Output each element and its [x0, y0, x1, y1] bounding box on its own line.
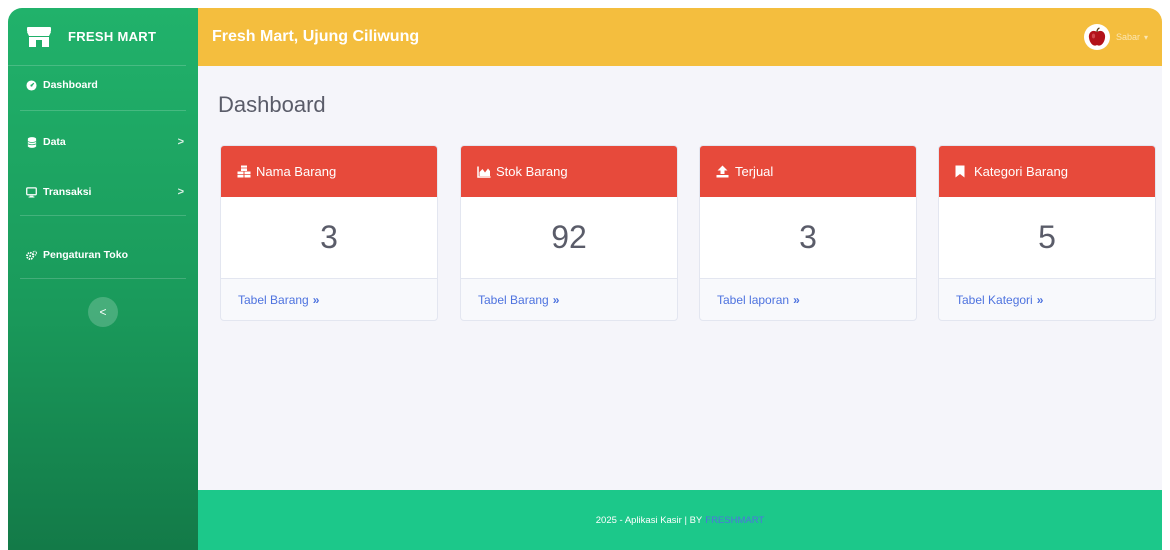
- main-content: Dashboard Nama Barang 3 Tabel Barang » S…: [198, 66, 1162, 490]
- card-header: Nama Barang: [221, 146, 437, 197]
- double-chevron-icon: »: [312, 293, 320, 307]
- footer: 2025 - Aplikasi Kasir | BY FRESHMART: [198, 490, 1162, 550]
- sidebar-brand[interactable]: FRESH MART: [8, 8, 186, 66]
- sidebar-item-data[interactable]: Data >: [8, 125, 198, 159]
- bookmark-icon: [955, 165, 969, 178]
- page-title: Dashboard: [218, 92, 326, 117]
- card-value: 5: [939, 197, 1155, 279]
- upload-icon: [716, 165, 730, 178]
- card-title: Terjual: [735, 164, 774, 179]
- sidebar-toggle-button[interactable]: <: [88, 297, 118, 327]
- card-header: Terjual: [700, 146, 916, 197]
- card-link-tabel-barang[interactable]: Tabel Barang »: [461, 279, 677, 307]
- card-link-label: Tabel laporan: [717, 293, 790, 307]
- sidebar-divider: [20, 278, 186, 279]
- sidebar-item-label: Data: [43, 136, 66, 148]
- card-value: 3: [221, 197, 437, 279]
- desktop-icon: [26, 186, 37, 198]
- user-menu[interactable]: Sabar ▾: [1083, 24, 1148, 50]
- card-link-tabel-barang[interactable]: Tabel Barang »: [221, 279, 437, 307]
- double-chevron-icon: »: [793, 293, 800, 307]
- card-title: Kategori Barang: [974, 164, 1068, 179]
- sidebar-item-pengaturan-toko[interactable]: Pengaturan Toko: [8, 238, 198, 272]
- user-name: Sabar: [1115, 32, 1140, 42]
- apple-icon: [1088, 27, 1106, 46]
- card-stok-barang: Stok Barang 92 Tabel Barang »: [460, 145, 678, 321]
- cubes-icon: [237, 165, 251, 178]
- chevron-right-icon: >: [177, 136, 184, 148]
- chart-area-icon: [477, 165, 491, 178]
- card-value: 92: [461, 197, 677, 279]
- card-title: Nama Barang: [256, 164, 337, 179]
- topbar: Fresh Mart, Ujung Ciliwung Sabar ▾: [198, 8, 1162, 66]
- sidebar: FRESH MART Dashboard Data > Transaksi >: [8, 8, 198, 550]
- app-window: FRESH MART Dashboard Data > Transaksi >: [8, 8, 1162, 550]
- double-chevron-icon: »: [552, 293, 560, 307]
- card-link-tabel-laporan[interactable]: Tabel laporan »: [700, 279, 916, 307]
- card-link-label: Tabel Barang: [238, 293, 309, 307]
- tachometer-icon: [26, 79, 37, 91]
- footer-text: 2025 - Aplikasi Kasir | BY: [595, 514, 703, 526]
- card-title: Stok Barang: [496, 164, 568, 179]
- card-header: Stok Barang: [461, 146, 677, 197]
- card-link-label: Tabel Barang: [478, 293, 549, 307]
- cogs-icon: [26, 250, 37, 261]
- card-link-label: Tabel Kategori: [956, 293, 1033, 307]
- card-value: 3: [700, 197, 916, 279]
- sidebar-item-label: Pengaturan Toko: [43, 249, 128, 261]
- sidebar-item-label: Transaksi: [43, 186, 92, 198]
- sidebar-item-label: Dashboard: [43, 79, 98, 91]
- sidebar-divider: [20, 215, 186, 216]
- store-icon: [27, 26, 51, 47]
- card-nama-barang: Nama Barang 3 Tabel Barang »: [220, 145, 438, 321]
- card-header: Kategori Barang: [939, 146, 1155, 197]
- database-icon: [26, 136, 37, 148]
- sidebar-item-dashboard[interactable]: Dashboard: [8, 68, 198, 102]
- footer-brand-link[interactable]: FRESHMART: [705, 515, 764, 526]
- sidebar-divider: [20, 110, 186, 111]
- chevron-right-icon: >: [177, 186, 184, 198]
- card-terjual: Terjual 3 Tabel laporan »: [699, 145, 917, 321]
- card-link-tabel-kategori[interactable]: Tabel Kategori »: [939, 279, 1155, 307]
- caret-down-icon: ▾: [1143, 32, 1148, 42]
- card-kategori-barang: Kategori Barang 5 Tabel Kategori »: [938, 145, 1156, 321]
- store-title: Fresh Mart, Ujung Ciliwung: [212, 28, 420, 45]
- avatar: [1083, 24, 1110, 50]
- sidebar-item-transaksi[interactable]: Transaksi >: [8, 175, 198, 209]
- double-chevron-icon: »: [1036, 293, 1044, 307]
- brand-name: FRESH MART: [68, 29, 157, 44]
